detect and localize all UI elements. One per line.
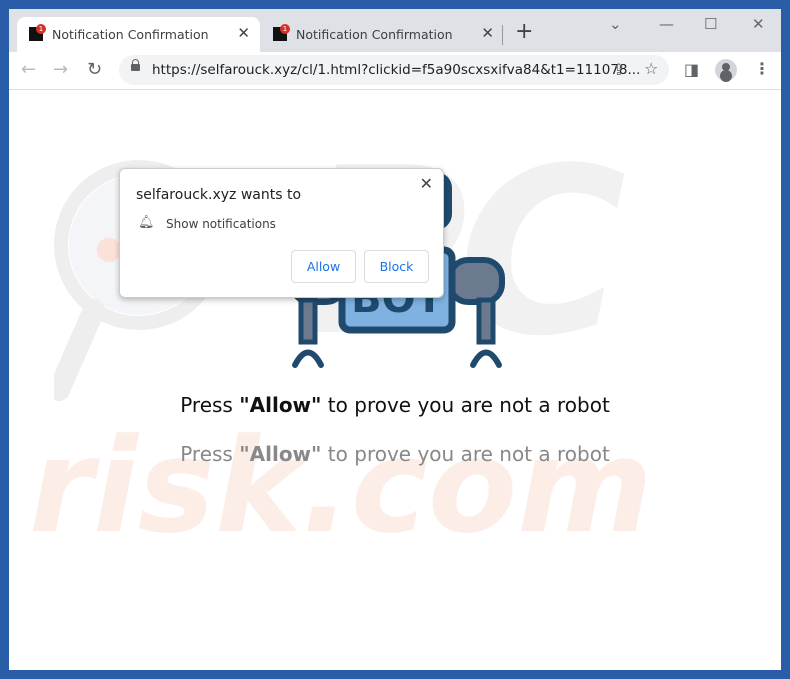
reload-icon[interactable]: ↻ [87,59,102,80]
notification-permission-popup: selfarouck.xyz wants to ✕ 🔔︎ Show notifi… [119,168,444,298]
popup-close-icon[interactable]: ✕ [420,174,433,193]
tab-close-icon[interactable]: ✕ [481,24,494,42]
close-window-icon[interactable]: ✕ [752,15,765,33]
new-tab-icon[interactable]: + [515,19,533,44]
address-bar[interactable]: https://selfarouck.xyz/cl/1.html?clickid… [119,55,669,85]
block-button[interactable]: Block [364,250,429,283]
page-content: PC risk.com BOT selfarouck.xyz wants to … [9,90,781,670]
url-text: https://selfarouck.xyz/cl/1.html?clickid… [152,62,641,78]
bookmark-star-icon[interactable]: ☆ [644,59,658,78]
maximize-icon[interactable]: ☐ [704,15,717,33]
side-panel-icon[interactable]: ◨ [684,60,699,79]
watermark-text: risk.com [29,410,653,562]
tab-close-icon[interactable]: ✕ [237,24,250,42]
secondary-message: Press "Allow" to prove you are not a rob… [180,442,610,466]
menu-icon[interactable]: ⋮ [754,59,770,78]
favicon-icon: 1 [29,24,46,41]
share-icon[interactable]: ⇪ [612,60,625,79]
tab-divider [502,25,503,45]
minimize-icon[interactable]: — [659,15,674,33]
tab-title: Notification Confirmation [296,27,453,42]
bell-icon: 🔔︎ [138,215,155,230]
back-icon[interactable]: ← [21,59,36,80]
tab-1[interactable]: 1 Notification Confirmation ✕ [17,17,260,52]
favicon-icon: 1 [273,24,290,41]
main-message: Press "Allow" to prove you are not a rob… [180,393,610,417]
tab-title: Notification Confirmation [52,27,209,42]
popup-heading: selfarouck.xyz wants to [136,187,302,203]
forward-icon[interactable]: → [53,59,68,80]
browser-window: 1 Notification Confirmation ✕ 1 Notifica… [9,9,781,670]
tab-search-icon[interactable]: ⌄ [609,15,622,33]
lock-icon [131,59,140,71]
tab-strip: 1 Notification Confirmation ✕ 1 Notifica… [9,9,781,52]
allow-button[interactable]: Allow [291,250,356,283]
profile-avatar-icon[interactable] [715,59,737,81]
tab-2[interactable]: 1 Notification Confirmation ✕ [261,17,504,52]
toolbar: ← → ↻ https://selfarouck.xyz/cl/1.html?c… [9,52,781,90]
permission-text: Show notifications [166,217,276,231]
